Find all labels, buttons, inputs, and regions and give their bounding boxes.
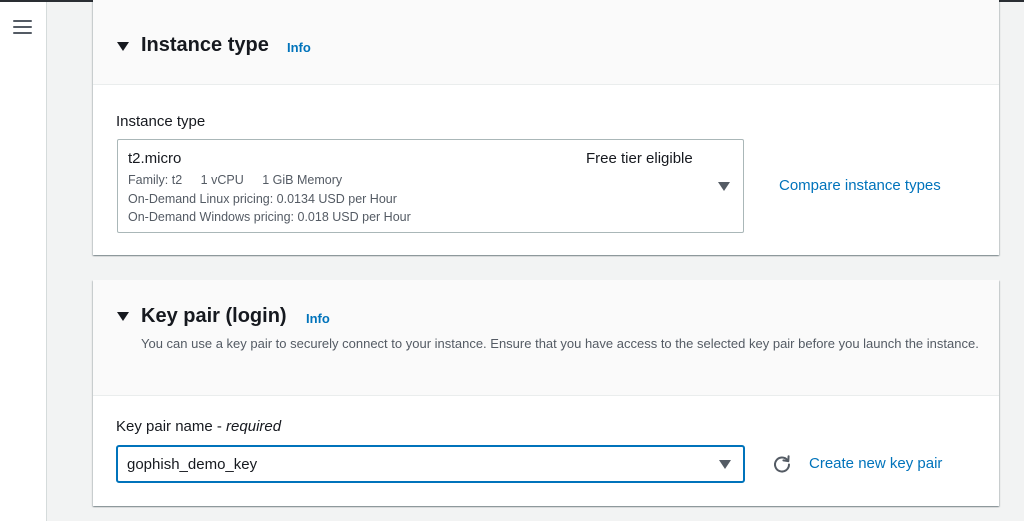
instance-family: Family: t2 (128, 173, 183, 187)
key-pair-label-text: Key pair name - (116, 418, 227, 435)
instance-type-heading: Instance type (141, 34, 269, 56)
refresh-icon[interactable] (772, 454, 792, 474)
instance-type-info-link[interactable]: Info (287, 40, 311, 55)
key-pair-select[interactable]: gophish_demo_key (116, 445, 745, 483)
instance-type-selected-name: t2.micro (128, 150, 182, 167)
dropdown-arrow-icon (719, 460, 731, 469)
key-pair-heading: Key pair (login) (141, 305, 287, 327)
key-pair-panel-header: Key pair (login) Info You can use a key … (93, 280, 999, 396)
linux-pricing: On-Demand Linux pricing: 0.0134 USD per … (128, 192, 397, 206)
instance-type-details: Family: t2 1 vCPU 1 GiB Memory (128, 173, 342, 187)
create-new-key-pair-link[interactable]: Create new key pair (809, 455, 942, 472)
instance-type-field-label: Instance type (116, 113, 206, 130)
key-pair-selected-value: gophish_demo_key (127, 456, 258, 473)
key-pair-description: You can use a key pair to securely conne… (141, 336, 979, 351)
collapse-caret-icon[interactable] (117, 42, 129, 51)
key-pair-panel: Key pair (login) Info You can use a key … (93, 280, 999, 506)
collapse-caret-icon[interactable] (117, 312, 129, 321)
instance-type-panel: Instance type Info Instance type t2.micr… (93, 0, 999, 255)
free-tier-badge: Free tier eligible (586, 150, 693, 167)
instance-memory: 1 GiB Memory (262, 173, 343, 187)
required-marker: required (226, 418, 282, 435)
key-pair-info-link[interactable]: Info (306, 311, 330, 326)
instance-vcpu: 1 vCPU (200, 173, 244, 187)
key-pair-field-label: Key pair name - required (116, 418, 281, 435)
instance-type-select[interactable]: t2.micro Free tier eligible Family: t2 1… (117, 139, 744, 233)
dropdown-arrow-icon (718, 182, 730, 191)
side-navigation-rail (0, 2, 47, 521)
hamburger-menu-icon[interactable] (13, 19, 32, 35)
windows-pricing: On-Demand Windows pricing: 0.018 USD per… (128, 210, 411, 224)
instance-type-panel-header: Instance type Info (93, 0, 999, 85)
compare-instance-types-link[interactable]: Compare instance types (779, 177, 941, 194)
